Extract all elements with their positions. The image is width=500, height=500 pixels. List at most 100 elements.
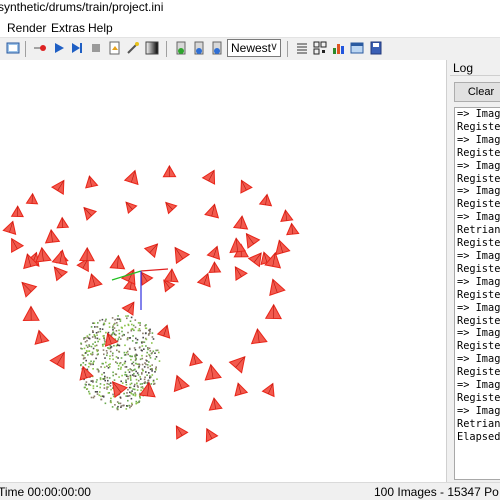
camera-frustum-icon	[11, 237, 25, 254]
log-line: => Imag	[457, 301, 500, 314]
menu-render[interactable]: Render	[7, 21, 46, 35]
log-line: Registe	[457, 288, 500, 301]
camera-frustum-icon	[85, 175, 99, 189]
camera-frustum-icon	[51, 249, 68, 266]
camera-frustum-icon	[204, 363, 222, 381]
camera-frustum-icon	[275, 239, 291, 256]
log-line: Registe	[457, 391, 500, 404]
wand-icon[interactable]	[126, 41, 140, 55]
export2-icon[interactable]	[210, 41, 224, 55]
camera-frustum-icon	[205, 427, 219, 443]
menu-bar: Render Extras Help	[0, 18, 500, 37]
camera-frustum-icon	[204, 203, 220, 219]
log-line: Registe	[457, 146, 500, 159]
camera-frustum-icon	[56, 216, 70, 229]
camera-frustum-icon	[286, 222, 300, 236]
camera-frustum-icon	[34, 329, 50, 345]
stop-icon[interactable]	[89, 41, 103, 55]
log-line: Registe	[457, 262, 500, 275]
camera-frustum-icon	[189, 352, 204, 367]
camera-frustum-icon	[10, 205, 24, 218]
log-line: Registe	[457, 237, 500, 250]
log-panel-title: Log	[453, 61, 474, 75]
camera-frustum-icon	[206, 245, 221, 261]
status-bar: Time 00:00:00:00 100 Images - 15347 Po	[0, 482, 500, 500]
menu-help[interactable]: Help	[88, 21, 113, 35]
camera-frustum-icon	[269, 278, 286, 296]
camera-frustum-icon	[208, 397, 223, 411]
camera-frustum-icon	[121, 301, 135, 316]
log-line: => Imag	[457, 108, 500, 120]
gradient-icon[interactable]	[145, 41, 159, 55]
log-line: => Imag	[457, 404, 500, 417]
camera-frustum-icon	[228, 355, 246, 374]
log-panel: Log Clear => Imag Registe => Imag Registe =>…	[450, 60, 500, 482]
camera-frustum-icon	[50, 179, 65, 195]
camera-frustum-icon	[240, 179, 253, 194]
camera-frustum-icon	[245, 232, 261, 249]
log-line: => Imag	[457, 249, 500, 262]
camera-frustum-icon	[49, 351, 65, 370]
camera-frustum-icon	[196, 272, 211, 288]
camera-frustum-icon	[163, 268, 179, 283]
render-viewport[interactable]	[0, 60, 446, 482]
export-icon[interactable]	[192, 41, 206, 55]
camera-frustum-icon	[21, 281, 38, 298]
camera-frustum-icon	[162, 164, 177, 178]
log-line: => Imag	[457, 185, 500, 198]
play-icon[interactable]	[52, 41, 66, 55]
mode-select-value: Newest	[231, 41, 272, 55]
chevron-down-icon: ∨	[269, 41, 278, 53]
log-line: => Imag	[457, 353, 500, 366]
log-line: Registe	[457, 314, 500, 327]
camera-frustum-icon	[250, 328, 268, 345]
camera-frustum-icon	[174, 246, 191, 265]
clear-button[interactable]: Clear	[454, 82, 500, 102]
toolbar-separator	[166, 41, 167, 57]
qr-icon[interactable]	[313, 41, 327, 55]
camera-frustum-icon	[123, 169, 139, 186]
log-line: => Imag	[457, 159, 500, 172]
camera-frustum-icon	[143, 243, 159, 259]
camera-frustum-icon	[22, 305, 40, 322]
window-icon[interactable]	[350, 41, 364, 55]
log-line: => Imag	[457, 327, 500, 340]
log-line: Retrian	[457, 224, 500, 237]
save-icon[interactable]	[369, 41, 383, 55]
camera-frustum-icon	[264, 303, 283, 320]
camera-frustum-icon	[261, 382, 275, 398]
log-line: Registe	[457, 366, 500, 379]
camera-frustum-icon	[280, 209, 294, 223]
log-line: Registe	[457, 198, 500, 211]
import-icon[interactable]	[174, 41, 188, 55]
log-text-area[interactable]: => Imag Registe => Imag Registe => Imag Regis…	[454, 107, 500, 480]
log-line: => Imag	[457, 275, 500, 288]
status-summary: 100 Images - 15347 Po	[374, 485, 499, 499]
camera-frustum-icon	[234, 266, 248, 281]
window-title: synthetic/drums/train/project.ini	[0, 0, 164, 14]
log-line: Registe	[457, 172, 500, 185]
camera-frustum-icon	[44, 228, 61, 244]
menu-extras[interactable]: Extras	[51, 21, 85, 35]
camera-frustum-icon	[125, 201, 138, 215]
camera-frustum-icon	[234, 382, 249, 397]
step-icon[interactable]	[70, 41, 84, 55]
log-line: Elapsed	[457, 430, 500, 443]
log-panel-header: Log	[450, 60, 500, 76]
camera-frustum-icon	[229, 237, 247, 254]
title-bar: synthetic/drums/train/project.ini	[0, 0, 500, 18]
toolbar-separator	[287, 41, 288, 57]
view-icon[interactable]	[6, 41, 20, 55]
list-icon[interactable]	[295, 41, 309, 55]
reconstruct-icon[interactable]	[108, 41, 122, 55]
log-line: Registe	[457, 120, 500, 133]
log-line: => Imag	[457, 379, 500, 392]
bar-chart-icon[interactable]	[332, 41, 346, 55]
camera-frustum-icon	[156, 324, 171, 339]
camera-frustum-icon	[208, 261, 222, 273]
camera-frustums	[2, 164, 300, 443]
mode-select[interactable]: Newest ∨	[227, 39, 281, 57]
record-icon[interactable]	[33, 41, 47, 55]
camera-frustum-icon	[232, 215, 249, 230]
camera-frustum-icon	[25, 192, 39, 205]
